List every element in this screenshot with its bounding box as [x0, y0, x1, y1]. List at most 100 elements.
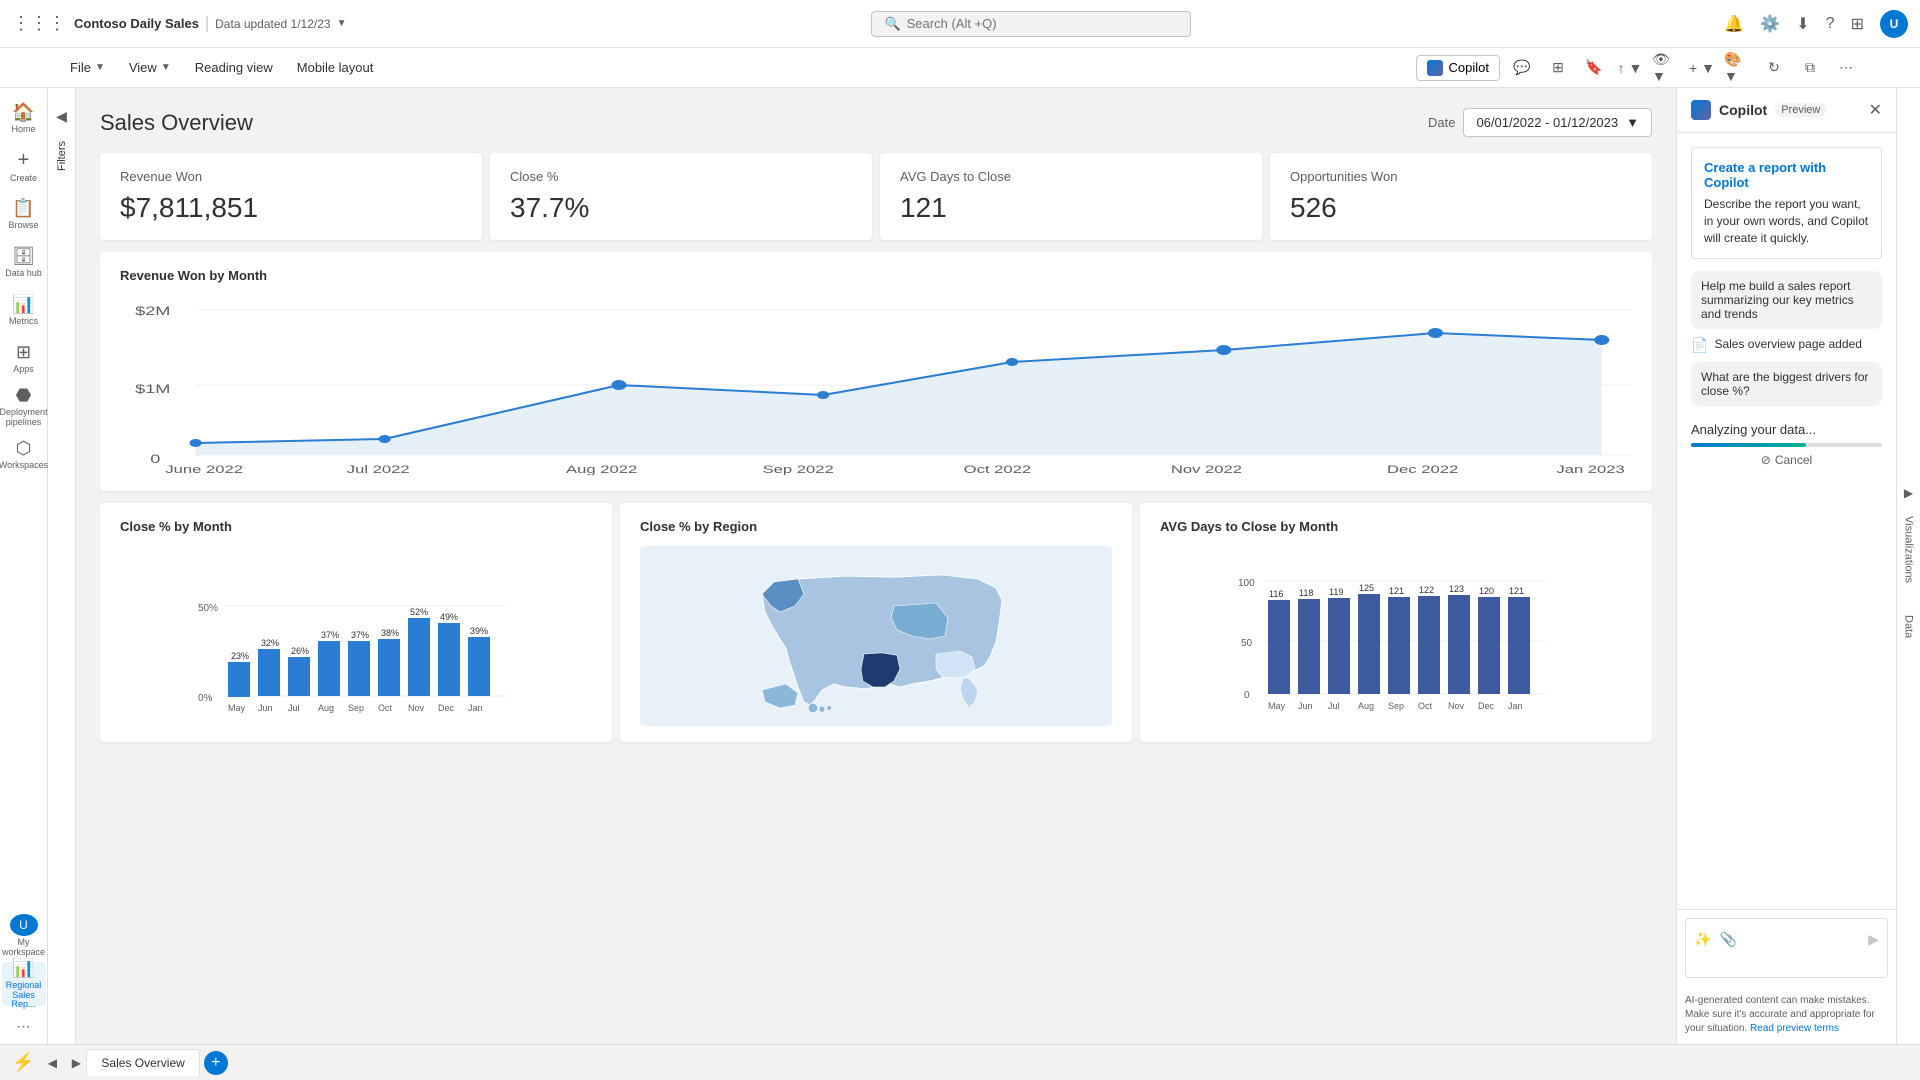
svg-text:Jul: Jul — [1328, 701, 1340, 711]
svg-text:Sep 2022: Sep 2022 — [763, 463, 834, 475]
copilot-sparkle-icon[interactable]: ✨ — [1694, 931, 1711, 948]
table-view-icon[interactable]: ⊞ — [1544, 54, 1572, 82]
gear-icon[interactable]: ⚙️ — [1760, 14, 1780, 34]
copilot-cancel-button[interactable]: ⊘ Cancel — [1691, 453, 1882, 467]
sidebar-item-create[interactable]: + Create — [2, 144, 46, 188]
sidebar-item-my-workspace[interactable]: U My workspace — [2, 914, 46, 958]
copilot-create-title[interactable]: Create a report with Copilot — [1704, 160, 1869, 190]
sidebar-item-deployment[interactable]: ⬣ Deployment pipelines — [2, 384, 46, 428]
bookmark-icon[interactable]: 🔖 — [1580, 54, 1608, 82]
svg-text:123: 123 — [1449, 584, 1464, 594]
copilot-message-3-text: What are the biggest drivers for close %… — [1701, 370, 1868, 398]
sidebar-more[interactable]: ⋯ — [17, 1018, 31, 1036]
apps-icon[interactable]: ⊞ — [1851, 14, 1864, 34]
visualizations-label[interactable]: Visualizations — [1903, 508, 1915, 591]
datahub-icon: 🗄 — [12, 246, 35, 267]
add-page-btn[interactable]: + — [204, 1051, 228, 1075]
filters-label[interactable]: Filters — [56, 133, 68, 179]
data-label[interactable]: Data — [1903, 607, 1915, 646]
copilot-title: Copilot — [1719, 102, 1767, 118]
sidebar-item-workspaces[interactable]: ⬡ Workspaces — [2, 432, 46, 476]
powerbi-icon: ⚡ — [12, 1052, 34, 1073]
date-filter: Date 06/01/2022 - 01/12/2023 ▼ — [1428, 108, 1652, 137]
share-dropdown[interactable]: ↑ ▼ — [1616, 54, 1644, 82]
copilot-read-preview-link[interactable]: Read preview terms — [1750, 1023, 1839, 1034]
copilot-create-desc: Describe the report you want, in your ow… — [1704, 196, 1869, 246]
date-range-text: 06/01/2022 - 01/12/2023 — [1476, 115, 1618, 130]
metrics-icon: 📊 — [12, 294, 34, 315]
copy-icon[interactable]: ⧉ — [1796, 54, 1824, 82]
comment-icon[interactable]: 💬 — [1508, 54, 1536, 82]
sidebar-item-metrics[interactable]: 📊 Metrics — [2, 288, 46, 332]
reading-view-btn[interactable]: Reading view — [185, 52, 283, 83]
topbar: ⋮⋮⋮ Contoso Daily Sales | Data updated 1… — [0, 0, 1920, 48]
us-map — [640, 546, 1112, 726]
svg-text:121: 121 — [1509, 586, 1524, 596]
copilot-button[interactable]: Copilot — [1416, 55, 1500, 81]
search-icon: 🔍 — [884, 16, 900, 32]
kpi-close-label: Close % — [510, 169, 852, 184]
sidebar-item-apps[interactable]: ⊞ Apps — [2, 336, 46, 380]
next-page-btn[interactable]: ▶ — [66, 1053, 86, 1073]
kpi-opp-label: Opportunities Won — [1290, 169, 1632, 184]
download-icon[interactable]: ⬇ — [1796, 14, 1809, 34]
copilot-send-icon[interactable]: ▶ — [1868, 931, 1879, 948]
file-menu[interactable]: File ▼ — [60, 52, 115, 83]
date-range-picker[interactable]: 06/01/2022 - 01/12/2023 ▼ — [1463, 108, 1652, 137]
kpi-opportunities: Opportunities Won 526 — [1270, 153, 1652, 240]
expand-viz-icon[interactable]: ▶ — [1904, 486, 1913, 500]
add-visual-dropdown[interactable]: + ▼ — [1688, 54, 1716, 82]
view-menu[interactable]: View ▼ — [119, 52, 181, 83]
sidebar: 🏠 Home + Create 📋 Browse 🗄 Data hub 📊 Me… — [0, 88, 48, 1044]
copilot-header-icon — [1691, 100, 1711, 120]
copilot-close-button[interactable]: ✕ — [1869, 100, 1882, 120]
svg-text:$2M: $2M — [135, 305, 170, 318]
help-icon[interactable]: ? — [1826, 15, 1835, 33]
svg-text:50: 50 — [1241, 638, 1253, 649]
copilot-attach-icon[interactable]: 📎 — [1719, 931, 1736, 948]
view-menu-label: View — [129, 60, 157, 75]
content-area: ◀ Filters Sales Overview Date 06/01/2022… — [48, 88, 1920, 1044]
refresh-chevron[interactable]: ▼ — [337, 18, 347, 29]
kpi-close-value: 37.7% — [510, 192, 852, 224]
mobile-layout-btn[interactable]: Mobile layout — [287, 52, 384, 83]
copilot-analyzing-text: Analyzing your data... — [1691, 422, 1882, 437]
svg-text:Sep: Sep — [348, 703, 364, 713]
avatar[interactable]: U — [1880, 10, 1908, 38]
svg-text:118: 118 — [1299, 588, 1313, 598]
browse-icon: 📋 — [12, 198, 34, 219]
search-input[interactable] — [907, 16, 1167, 31]
date-chevron: ▼ — [1626, 115, 1639, 130]
svg-text:Jul 2022: Jul 2022 — [347, 463, 410, 475]
kpi-revenue-won: Revenue Won $7,811,851 — [100, 153, 482, 240]
more-icon[interactable]: ⋯ — [1832, 54, 1860, 82]
copilot-create-section: Create a report with Copilot Describe th… — [1691, 147, 1882, 259]
menubar-right: Copilot 💬 ⊞ 🔖 ↑ ▼ 👁 ▼ + ▼ 🎨 ▼ ↻ ⧉ ⋯ — [1416, 54, 1860, 82]
line-chart-title: Revenue Won by Month — [120, 268, 1632, 283]
sidebar-item-datahub[interactable]: 🗄 Data hub — [2, 240, 46, 284]
refresh-icon[interactable]: ↻ — [1760, 54, 1788, 82]
kpi-avg-days-value: 121 — [900, 192, 1242, 224]
copilot-messages: Help me build a sales report summarizing… — [1691, 271, 1882, 406]
app-title: Contoso Daily Sales | Data updated 1/12/… — [74, 15, 346, 33]
avg-days-month-card: AVG Days to Close by Month 100 50 0 — [1140, 503, 1652, 742]
kpi-revenue-label: Revenue Won — [120, 169, 462, 184]
copilot-icon — [1427, 60, 1443, 76]
svg-text:Jan 2023: Jan 2023 — [1556, 463, 1625, 475]
sales-overview-tab[interactable]: Sales Overview — [86, 1049, 199, 1076]
sidebar-item-home[interactable]: 🏠 Home — [2, 96, 46, 140]
format-dropdown[interactable]: 🎨 ▼ — [1724, 54, 1752, 82]
svg-text:Jun: Jun — [1298, 701, 1313, 711]
sidebar-item-browse[interactable]: 📋 Browse — [2, 192, 46, 236]
svg-text:Oct: Oct — [378, 703, 393, 713]
sidebar-item-regional-sales[interactable]: 📊 Regional Sales Rep... — [2, 962, 46, 1006]
collapse-filter-icon[interactable]: ◀ — [56, 108, 67, 125]
page-title: Sales Overview — [100, 110, 253, 136]
apps-grid-icon[interactable]: ⋮⋮⋮ — [12, 13, 66, 34]
prev-page-btn[interactable]: ◀ — [42, 1053, 62, 1073]
copilot-input-box[interactable]: ✨ 📎 ▶ — [1685, 918, 1888, 978]
bell-icon[interactable]: 🔔 — [1724, 14, 1744, 34]
line-chart-svg: $2M $1M 0 — [120, 295, 1632, 475]
search-bar[interactable]: 🔍 — [871, 11, 1191, 37]
view-toggle-dropdown[interactable]: 👁 ▼ — [1652, 54, 1680, 82]
